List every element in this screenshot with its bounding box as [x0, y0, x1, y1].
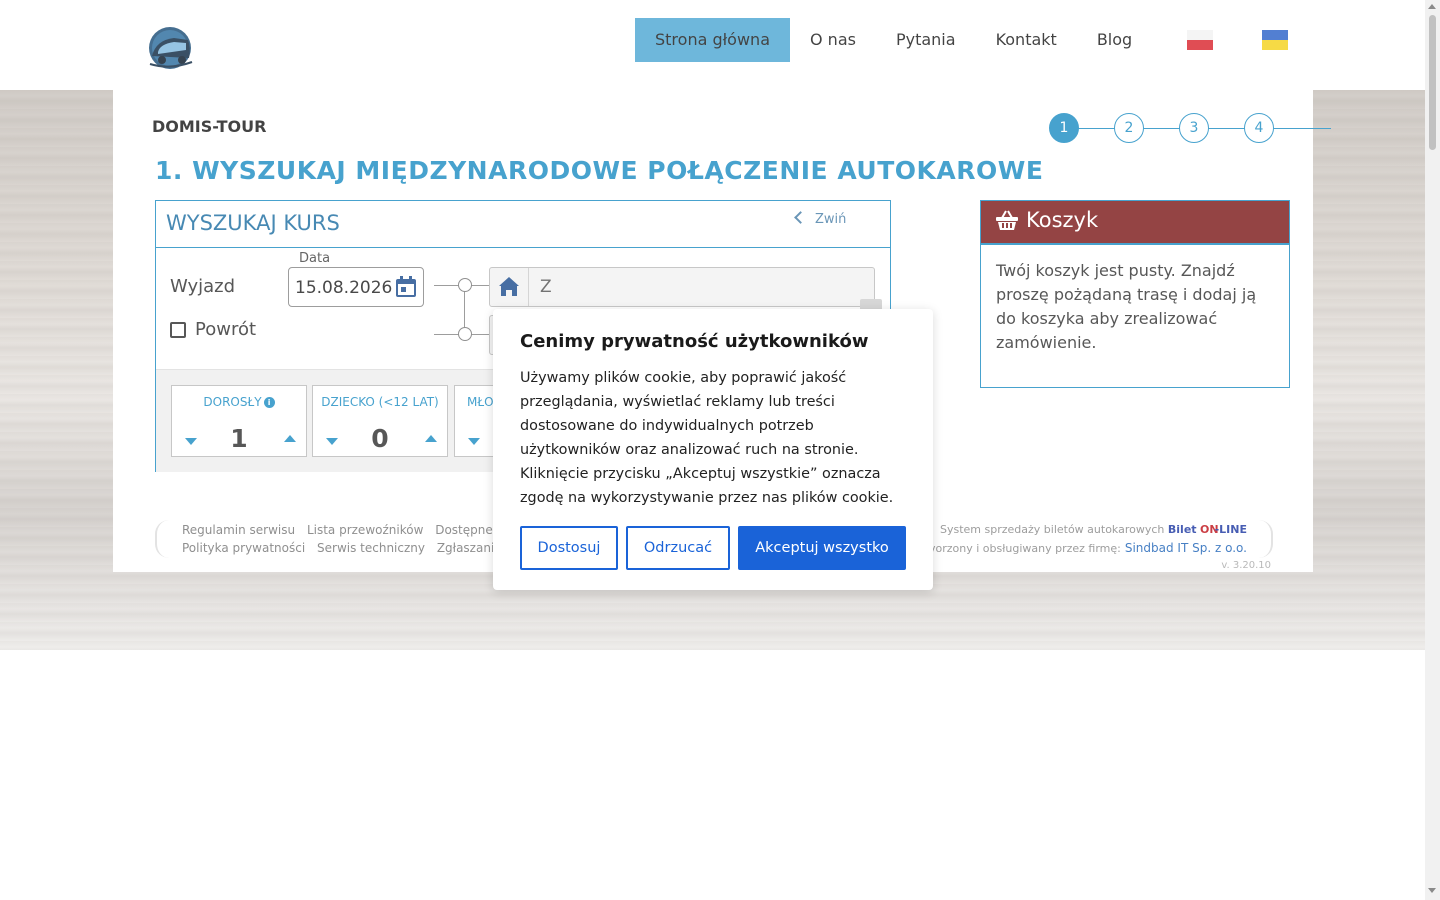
reject-button[interactable]: Odrzucać	[626, 526, 730, 570]
scrollbar[interactable]	[1425, 0, 1440, 900]
cookie-title: Cenimy prywatność użytkowników	[520, 331, 869, 352]
scroll-down-icon[interactable]	[1428, 888, 1436, 893]
page: Strona główna O nas Pytania Kontakt Blog…	[0, 0, 1425, 900]
scroll-thumb[interactable]	[1429, 15, 1436, 150]
customize-button[interactable]: Dostosuj	[520, 526, 618, 570]
scroll-up-icon[interactable]	[1428, 4, 1436, 9]
accept-all-button[interactable]: Akceptuj wszystko	[738, 526, 906, 570]
cookie-text: Używamy plików cookie, aby poprawić jako…	[520, 370, 894, 506]
cookie-consent-dialog: Cenimy prywatność użytkowników Używamy p…	[493, 309, 933, 590]
